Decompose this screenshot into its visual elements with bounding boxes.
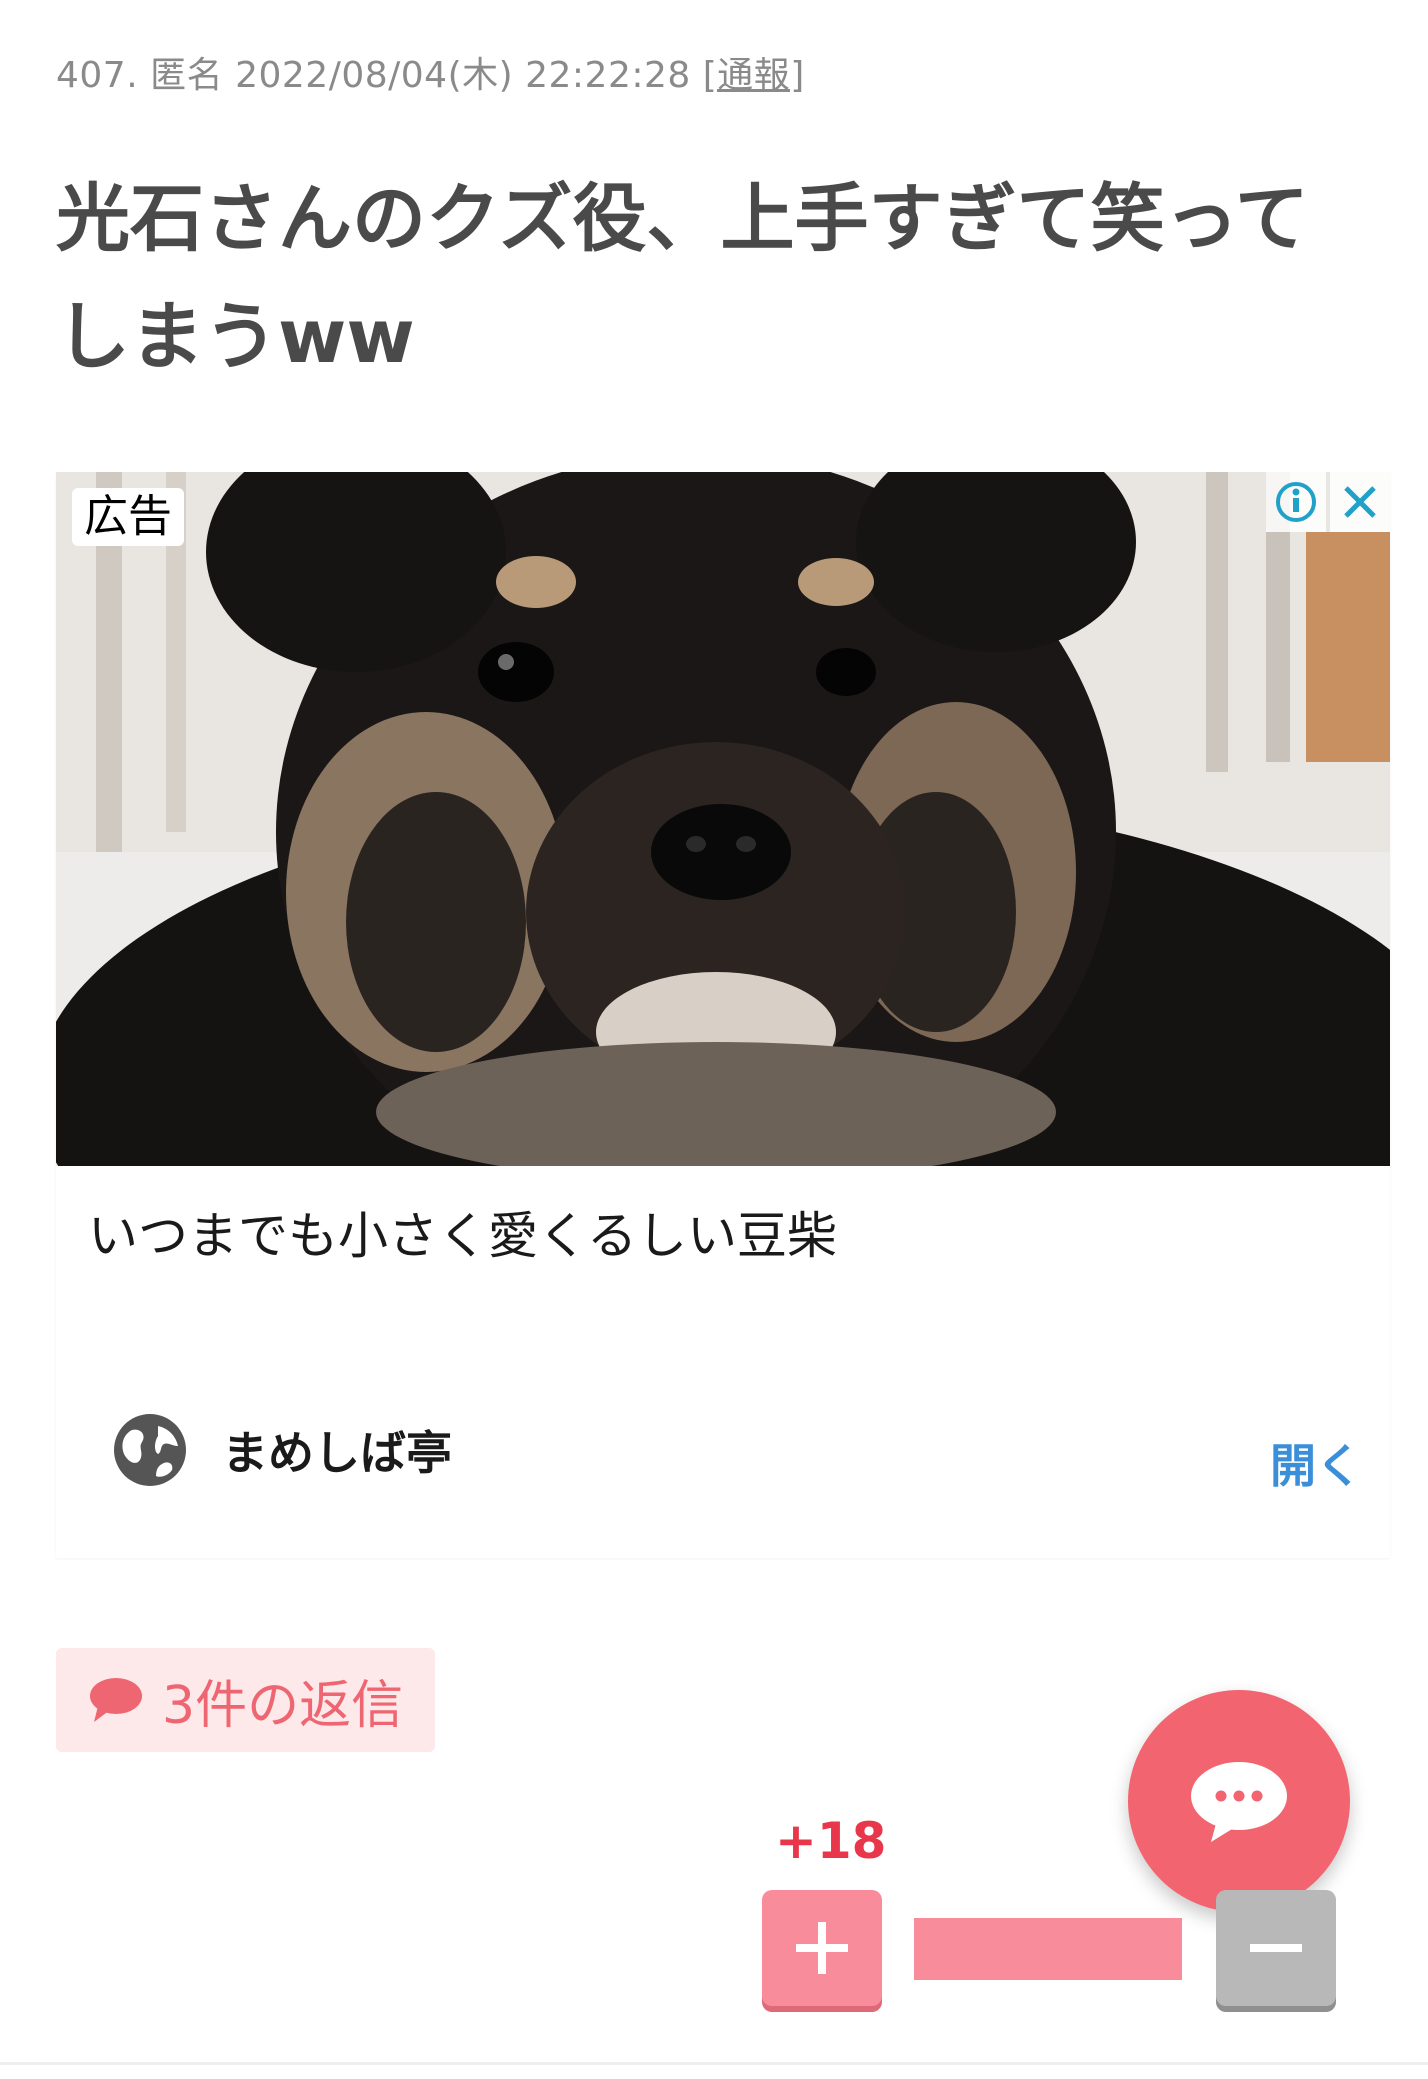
vote-score: +18 bbox=[775, 1812, 887, 1870]
comment-datetime: 2022/08/04(木) 22:22:28 bbox=[235, 55, 691, 96]
minus-icon bbox=[1250, 1944, 1302, 1952]
ad-caption[interactable]: いつまでも小さく愛くるしい豆柴 bbox=[88, 1196, 837, 1268]
plus-icon bbox=[796, 1922, 848, 1974]
comment-title: 光石さんのクズ役、上手すぎて笑ってしまうww bbox=[56, 176, 1309, 380]
speech-bubble-icon bbox=[90, 1678, 142, 1722]
shiba-puppy-photo bbox=[56, 472, 1390, 1166]
replies-button[interactable]: 3件の返信 bbox=[56, 1648, 436, 1752]
divider bbox=[0, 2062, 1428, 2065]
ad-source-name: まめしば亭 bbox=[222, 1426, 452, 1480]
globe-icon bbox=[114, 1414, 186, 1486]
close-icon[interactable] bbox=[1330, 472, 1390, 532]
comment-author: 匿名 bbox=[150, 55, 224, 96]
ad-open-button[interactable]: 開く bbox=[1270, 1430, 1362, 1496]
comment-number: 407. bbox=[56, 55, 139, 96]
ad-card[interactable]: 広告 いつまでも小さく愛くるしい豆柴 まめしば亭 開く bbox=[56, 472, 1390, 1558]
comment-meta: 407. 匿名 2022/08/04(木) 22:22:28 [通報] bbox=[56, 46, 805, 98]
vote-plus-button[interactable] bbox=[762, 1890, 882, 2006]
ad-badge: 広告 bbox=[72, 488, 184, 546]
info-icon[interactable] bbox=[1266, 472, 1326, 532]
ad-image[interactable]: 広告 bbox=[56, 472, 1390, 1166]
replies-label: 3件の返信 bbox=[162, 1675, 404, 1736]
report-link[interactable]: [通報] bbox=[703, 55, 805, 96]
chat-fab-button[interactable] bbox=[1128, 1690, 1350, 1912]
ad-source: まめしば亭 bbox=[112, 1412, 452, 1488]
vote-minus-button[interactable] bbox=[1216, 1890, 1336, 2006]
ad-controls bbox=[1266, 472, 1390, 532]
chat-bubble-icon bbox=[1191, 1762, 1287, 1842]
vote-ratio-fill bbox=[914, 1918, 1182, 1980]
vote-ratio-bar bbox=[914, 1918, 1182, 1980]
